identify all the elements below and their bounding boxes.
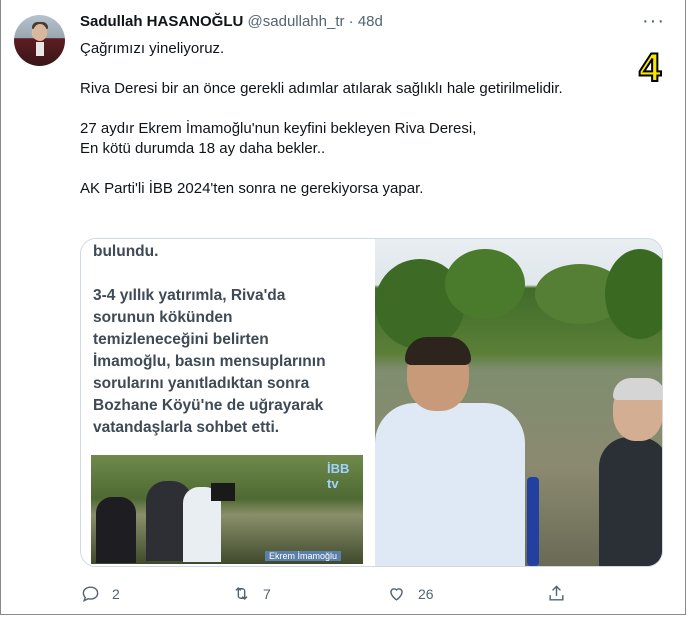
news-photo: İBB tv Ekrem İmamoğlu [91,455,363,564]
media-image-right[interactable] [375,239,662,566]
avatar-shirt [36,42,44,56]
tweet-time[interactable]: 48d [358,13,383,30]
reply-button[interactable]: 2 [81,584,120,603]
share-icon [549,585,564,601]
tweet-line: En kötü durumda 18 ay daha bekler.. [80,140,326,157]
author-name[interactable]: Sadullah HASANOĞLU [80,13,243,30]
tweet-card[interactable]: Sadullah HASANOĞLU @sadullahh_tr · 48d ·… [0,0,686,615]
avatar[interactable] [14,15,65,66]
tweet-line: AK Parti'li İBB 2024'ten sonra ne gereki… [80,180,424,197]
like-button[interactable]: 26 [387,584,434,603]
avatar-face [33,24,47,41]
tree-shape [605,249,662,339]
more-options-icon[interactable]: ··· [642,10,665,33]
news-line: Bozhane Köyü'ne de uğrayarak [93,397,324,414]
news-line: bulundu. [93,243,159,260]
news-line: İmamoğlu, basın mensuplarının [93,353,326,370]
retweet-count: 7 [263,585,271,602]
header-separator: · [348,13,354,30]
railing-post [527,477,539,566]
news-line: 3-4 yıllık yatırımla, Riva'da [93,287,286,304]
retweet-button[interactable]: 7 [232,584,271,603]
news-line: vatandaşlarla sohbet etti. [93,419,280,436]
person-photo [599,378,662,566]
media-image-left[interactable]: bulundu. 3-4 yıllık yatırımla, Riva'da s… [81,239,371,566]
tweet-media[interactable]: bulundu. 3-4 yıllık yatırımla, Riva'da s… [80,238,663,567]
news-line: temizleneceğini belirten [93,331,269,348]
reply-icon [82,586,99,603]
heart-icon [390,588,403,601]
person-photo [375,337,525,566]
tree-shape [445,249,525,319]
like-count: 26 [418,585,434,602]
channel-logo: İBB tv [327,461,350,491]
camera-silhouette [211,483,235,501]
tweet-line: 27 aydır Ekrem İmamoğlu'nun keyfini bekl… [80,120,477,137]
tweet-line: Çağrımızı yineliyoruz. [80,40,225,57]
photo-caption: Ekrem İmamoğlu [265,551,342,561]
tweet-actions: 2 7 26 [1,584,685,604]
news-line: sorunun kökünden [93,309,233,326]
share-button[interactable] [547,584,566,603]
author-handle[interactable]: @sadullahh_tr [248,13,345,30]
news-text: bulundu. 3-4 yıllık yatırımla, Riva'da s… [93,241,363,439]
news-line: sorularını yanıtladıktan sonra [93,375,310,392]
tweet-line: Riva Deresi bir an önce gerekli adımlar … [80,80,563,97]
tweet-text: Çağrımızı yineliyoruz. Riva Deresi bir a… [80,39,640,199]
number-badge: 4 [638,46,662,90]
tweet-header: Sadullah HASANOĞLU @sadullahh_tr · 48d [80,13,383,30]
retweet-icon [235,586,248,601]
person-silhouette [96,497,136,563]
reply-count: 2 [112,585,120,602]
